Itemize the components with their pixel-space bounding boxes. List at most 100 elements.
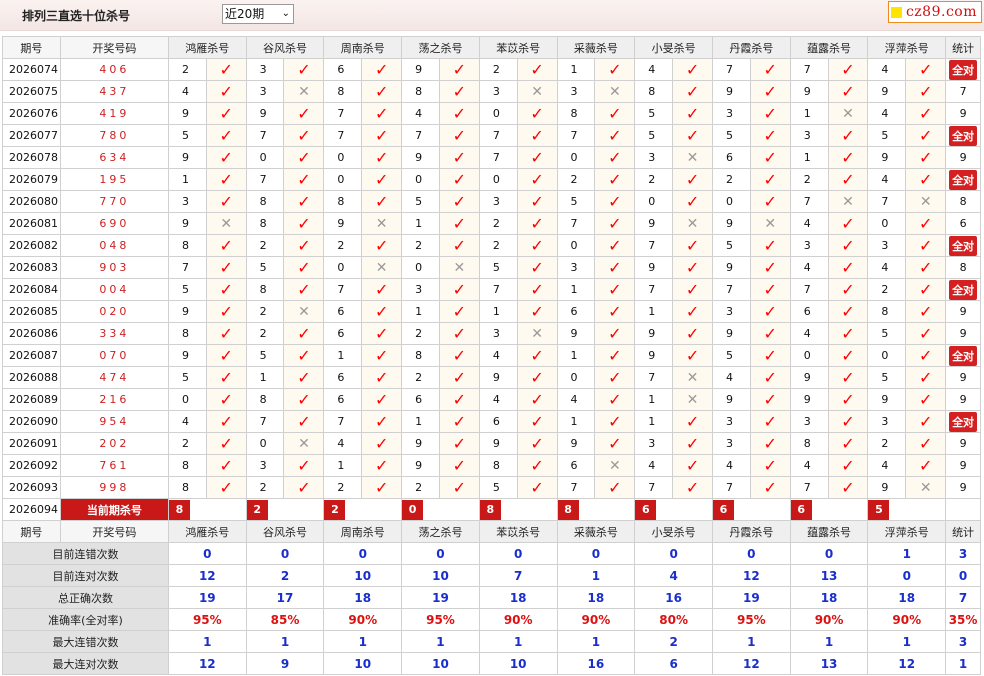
expert-header[interactable]: 浮萍杀号 [867, 36, 947, 59]
expert-header[interactable]: 小旻杀号 [634, 520, 713, 543]
check-mark-icon: ✓ [685, 169, 700, 189]
kill-number-cell: 2 [245, 476, 285, 499]
miss-cell: ✕ [516, 322, 558, 345]
kill-number-cell: 1 [634, 410, 674, 433]
miss-cell: ✕ [594, 454, 636, 477]
check-mark-icon: ✓ [918, 323, 933, 343]
hit-cell: ✓ [672, 344, 713, 367]
check-mark-icon: ✓ [297, 235, 311, 255]
check-mark-icon: ✓ [763, 59, 777, 79]
stat-cell: 9 [945, 300, 981, 323]
expert-header[interactable]: 蕴露杀号 [789, 36, 869, 59]
expert-header[interactable]: 鸿雁杀号 [167, 36, 247, 59]
hit-cell: ✓ [361, 146, 403, 169]
check-mark-icon: ✓ [219, 367, 233, 387]
kill-number-cell: 5 [867, 366, 907, 389]
check-mark-icon: ✓ [374, 81, 389, 101]
kill-number-cell: 1 [323, 454, 363, 477]
period-cell: 2026087 [2, 344, 61, 367]
kill-number-cell: 2 [323, 234, 363, 257]
hit-cell: ✓ [205, 190, 247, 213]
current-kill-badge: 6 [791, 499, 812, 520]
expert-header[interactable]: 荡之杀号 [401, 520, 480, 543]
kill-number-cell: 9 [789, 80, 829, 103]
summary-value: 1 [867, 630, 947, 653]
check-mark-icon: ✓ [918, 103, 933, 123]
period-cell: 2026090 [2, 410, 61, 433]
expert-header[interactable]: 小旻杀号 [634, 36, 713, 59]
col-period-header: 期号 [2, 520, 61, 543]
all-correct-badge: 全对 [949, 125, 978, 146]
kill-number-cell: 5 [556, 190, 596, 213]
expert-header[interactable]: 苯苡杀号 [478, 520, 558, 543]
kill-number-cell: 7 [634, 476, 674, 499]
hit-cell: ✓ [905, 410, 947, 433]
check-mark-icon: ✓ [918, 301, 933, 321]
hit-cell: ✓ [438, 432, 480, 455]
draw-code-cell: 020 [59, 300, 169, 323]
hit-cell: ✓ [283, 454, 325, 477]
current-period-cell: 2026094 [2, 498, 61, 521]
kill-number-cell: 0 [556, 234, 596, 257]
expert-header[interactable]: 浮萍杀号 [867, 520, 947, 543]
hit-cell: ✓ [205, 410, 247, 433]
miss-cell: ✕ [361, 256, 403, 279]
kill-number-cell: 7 [789, 190, 829, 213]
kill-number-cell: 3 [789, 410, 829, 433]
check-mark-icon: ✓ [763, 433, 777, 453]
hit-cell: ✓ [516, 476, 558, 499]
hit-cell: ✓ [594, 256, 636, 279]
period-cell: 2026092 [2, 454, 61, 477]
hit-cell: ✓ [672, 124, 713, 147]
period-cell: 2026075 [2, 80, 61, 103]
miss-cell: ✕ [283, 300, 325, 323]
expert-header[interactable]: 周南杀号 [323, 520, 403, 543]
hit-cell: ✓ [438, 300, 480, 323]
history-row: 2026087 070 9 ✓ 5 ✓ 1 ✓ 8 ✓ 4 ✓ 1 ✓ 9 ✓ 5 ✓ 0 ✓ 0 ✓ 全对 [2, 344, 981, 367]
check-mark-icon: ✓ [297, 147, 311, 167]
kill-number-cell: 5 [401, 190, 440, 213]
check-mark-icon: ✓ [763, 125, 777, 145]
hit-cell: ✓ [594, 344, 636, 367]
kill-number-cell: 3 [245, 58, 285, 81]
expert-header[interactable]: 荡之杀号 [401, 36, 480, 59]
kill-number-cell: 4 [789, 256, 829, 279]
range-select-value: 近20期 [225, 7, 265, 21]
kill-number-cell: 3 [478, 80, 518, 103]
stat-cell: 9 [945, 454, 981, 477]
expert-header[interactable]: 采薇杀号 [556, 36, 636, 59]
check-mark-icon: ✓ [685, 59, 700, 79]
expert-header[interactable]: 蕴露杀号 [789, 520, 869, 543]
expert-header[interactable]: 周南杀号 [323, 36, 403, 59]
hit-cell: ✓ [361, 102, 403, 125]
hit-cell: ✓ [205, 344, 247, 367]
hit-cell: ✓ [749, 344, 791, 367]
expert-header[interactable]: 丹霞杀号 [711, 520, 791, 543]
check-mark-icon: ✓ [763, 389, 777, 409]
expert-header[interactable]: 采薇杀号 [556, 520, 636, 543]
kill-number-cell: 6 [789, 300, 829, 323]
cross-mark-icon: ✕ [220, 215, 233, 232]
stat-cell: 9 [945, 322, 981, 345]
expert-header[interactable]: 丹霞杀号 [711, 36, 791, 59]
expert-header[interactable]: 鸿雁杀号 [167, 520, 247, 543]
hit-cell: ✓ [283, 58, 325, 81]
range-select[interactable]: 近20期 ⌄ [222, 4, 294, 24]
expert-header[interactable]: 谷风杀号 [245, 520, 325, 543]
summary-value: 6 [634, 652, 713, 675]
current-kill-cell: 2 [245, 498, 325, 521]
check-mark-icon: ✓ [452, 477, 467, 497]
hit-cell: ✓ [594, 58, 636, 81]
hit-cell: ✓ [749, 146, 791, 169]
check-mark-icon: ✓ [530, 235, 544, 255]
kill-number-cell: 7 [711, 278, 751, 301]
kill-number-cell: 0 [789, 344, 829, 367]
period-cell: 2026093 [2, 476, 61, 499]
check-mark-icon: ✓ [452, 169, 467, 189]
period-cell: 2026078 [2, 146, 61, 169]
check-mark-icon: ✓ [530, 103, 544, 123]
site-logo[interactable]: cz89.com [887, 1, 982, 23]
expert-header[interactable]: 谷风杀号 [245, 36, 325, 59]
expert-header[interactable]: 苯苡杀号 [478, 36, 558, 59]
summary-row: 准确率(全对率) 95% 85% 90% 95% 90% 90% 80% 95% 90% 90% 35… [2, 608, 981, 631]
